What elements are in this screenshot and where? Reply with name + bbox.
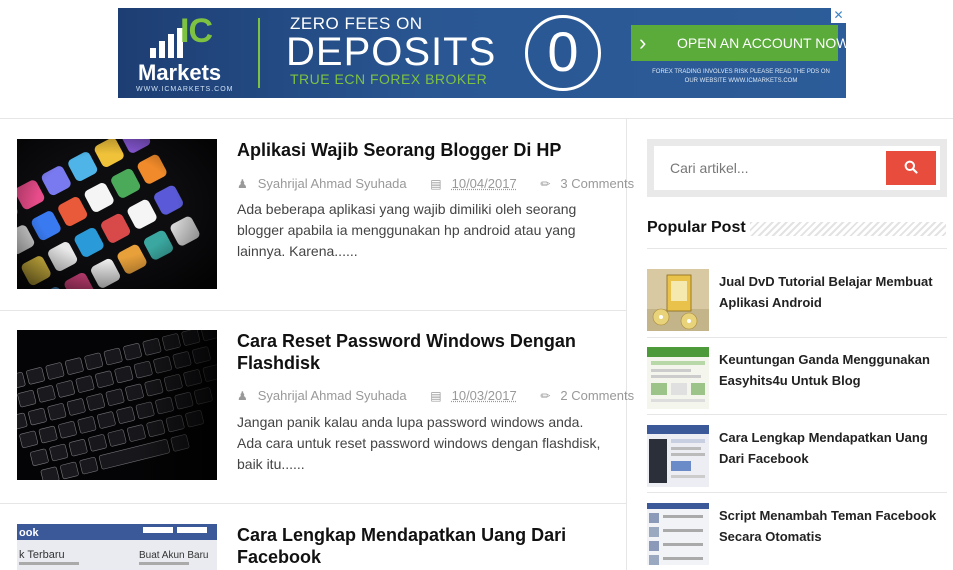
popular-post-title[interactable]: Script Menambah Teman Facebook Secara Ot… (719, 505, 939, 547)
post-comments[interactable]: ✏ 3 Comments (540, 176, 644, 191)
search-button[interactable] (886, 151, 936, 185)
calendar-icon: ▤ (430, 389, 442, 403)
post-divider (0, 310, 626, 311)
post-date: ▤ 10/03/2017 (430, 388, 526, 403)
ad-close-icon[interactable]: ✕ (831, 8, 846, 23)
post-author[interactable]: ♟ Syahrijal Ahmad Syuhada (237, 176, 417, 191)
post-title[interactable]: Aplikasi Wajib Seorang Blogger Di HP (237, 139, 607, 161)
ad-fine-print: FOREX TRADING INVOLVES RISK PLEASE READ … (652, 69, 830, 84)
search-icon (904, 160, 918, 174)
popular-post-thumbnail[interactable] (647, 347, 709, 409)
search-bar (654, 146, 940, 190)
brand-url: WWW.ICMARKETS.COM (136, 86, 234, 93)
popular-post-thumbnail[interactable] (647, 503, 709, 565)
popular-divider (647, 492, 947, 493)
user-icon: ♟ (237, 177, 248, 191)
popular-divider (647, 337, 947, 338)
facebook-logo-text: ook (19, 527, 39, 539)
heading-divider (647, 248, 947, 249)
ad-tagline: TRUE ECN FOREX BROKER (290, 71, 488, 87)
post-thumbnail[interactable] (17, 139, 217, 289)
header-divider (0, 118, 953, 119)
facebook-thumb-text: k Terbaru (19, 549, 65, 561)
post-date-value: 10/04/2017 (451, 176, 517, 191)
comments-icon: ✏ (540, 177, 551, 191)
post-meta: ♟ Syahrijal Ahmad Syuhada ▤ 10/04/2017 ✏ 3 … (237, 176, 654, 191)
post-comments-count: 2 Comments (560, 388, 635, 403)
popular-post-heading: Popular Post (647, 219, 746, 236)
post-date-value: 10/03/2017 (451, 388, 517, 403)
facebook-thumb-signup: Buat Akun Baru (139, 550, 209, 561)
ad-cta-label: OPEN AN ACCOUNT NOW (677, 35, 846, 51)
search-widget (647, 139, 947, 197)
search-input[interactable] (654, 146, 884, 190)
brand-logo-ic: IC (180, 12, 213, 50)
popular-divider (647, 414, 947, 415)
post-meta: ♟ Syahrijal Ahmad Syuhada ▤ 10/03/2017 ✏ 2 … (237, 388, 654, 403)
ad-headline-big: DEPOSITS (286, 30, 497, 74)
chevron-right-icon: › (639, 30, 647, 55)
ad-cta-button[interactable]: › OPEN AN ACCOUNT NOW (631, 25, 846, 61)
popular-post-title[interactable]: Cara Lengkap Mendapatkan Uang Dari Faceb… (719, 427, 939, 469)
post-author-name: Syahrijal Ahmad Syuhada (257, 176, 407, 191)
brand-logo-markets: Markets (138, 60, 222, 85)
brand-bars-icon (150, 28, 184, 58)
post-divider (0, 503, 626, 504)
post-author-name: Syahrijal Ahmad Syuhada (257, 388, 407, 403)
post-thumbnail[interactable] (17, 330, 217, 480)
post-excerpt: Jangan panik kalau anda lupa password wi… (237, 414, 601, 472)
ad-divider (258, 18, 260, 88)
post-comments-count: 3 Comments (560, 176, 635, 191)
post-excerpt: Ada beberapa aplikasi yang wajib dimilik… (237, 201, 577, 259)
post-thumbnail[interactable]: ook k Terbaru Buat Akun Baru (17, 524, 217, 570)
post-author[interactable]: ♟ Syahrijal Ahmad Syuhada (237, 388, 417, 403)
post-title[interactable]: Cara Lengkap Mendapatkan Uang Dari Faceb… (237, 524, 607, 568)
popular-post-thumbnail[interactable] (647, 425, 709, 487)
comments-icon: ✏ (540, 389, 551, 403)
post-date: ▤ 10/04/2017 (430, 176, 526, 191)
popular-post-title[interactable]: Jual DvD Tutorial Belajar Membuat Aplika… (719, 271, 939, 313)
calendar-icon: ▤ (430, 177, 442, 191)
post-comments[interactable]: ✏ 2 Comments (540, 388, 644, 403)
user-icon: ♟ (237, 389, 248, 403)
ad-banner[interactable]: ✕ IC Markets WWW.ICMARKETS.COM ZERO FEES… (118, 8, 846, 98)
popular-post-thumbnail[interactable] (647, 269, 709, 331)
post-title[interactable]: Cara Reset Password Windows Dengan Flash… (237, 330, 607, 374)
popular-post-title[interactable]: Keuntungan Ganda Menggunakan Easyhits4u … (719, 349, 939, 391)
ad-zero-badge: 0 (525, 15, 601, 91)
heading-stripes (750, 222, 946, 236)
